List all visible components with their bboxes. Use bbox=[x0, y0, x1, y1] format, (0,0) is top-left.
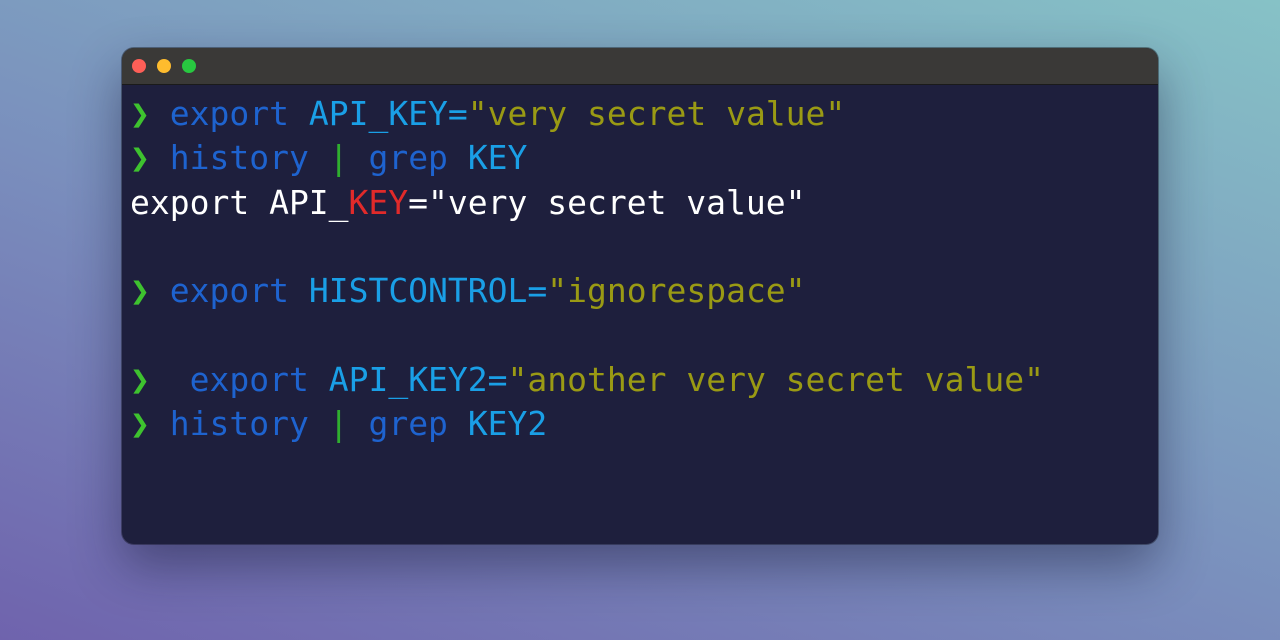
command-name: export bbox=[169, 94, 289, 133]
prompt-icon: ❯ bbox=[130, 94, 150, 133]
variable-assignment: API_KEY= bbox=[308, 94, 468, 133]
command-argument: KEY2 bbox=[467, 404, 548, 444]
command-name: grep bbox=[368, 138, 448, 178]
command-argument: KEY bbox=[467, 138, 528, 178]
prompt-icon: ❯ bbox=[130, 271, 150, 311]
pipe-symbol: | bbox=[328, 404, 349, 444]
terminal-window: ❯ export API_KEY="very secret value" ❯ h… bbox=[122, 48, 1158, 544]
string-value: "another very secret value" bbox=[507, 359, 1044, 399]
string-value: "very secret value" bbox=[467, 94, 846, 133]
terminal-line-command: ❯ export HISTCONTROL="ignorespace" bbox=[130, 269, 1150, 313]
terminal-line-command: ❯ export API_KEY2="another very secret v… bbox=[130, 358, 1150, 402]
terminal-line-output: export API_KEY="very secret value" bbox=[130, 181, 1150, 225]
terminal-output[interactable]: ❯ export API_KEY="very secret value" ❯ h… bbox=[130, 92, 1150, 544]
terminal-line-command: ❯ history | grep KEY bbox=[130, 136, 1150, 180]
command-name: export bbox=[169, 271, 289, 311]
command-name: export bbox=[189, 359, 309, 399]
command-name: grep bbox=[368, 404, 448, 444]
variable-assignment: HISTCONTROL= bbox=[308, 271, 548, 311]
command-name: history bbox=[169, 404, 309, 444]
output-text: ="very secret value" bbox=[408, 182, 806, 222]
command-name: history bbox=[169, 138, 309, 178]
title-bar bbox=[122, 48, 1158, 85]
output-text: export API_ bbox=[130, 182, 349, 222]
zoom-button[interactable] bbox=[182, 59, 196, 73]
prompt-icon: ❯ bbox=[130, 404, 150, 444]
string-value: "ignorespace" bbox=[547, 271, 806, 311]
variable-assignment: API_KEY2= bbox=[328, 359, 508, 399]
terminal-line-command: ❯ export API_KEY="very secret value" bbox=[130, 92, 1150, 136]
prompt-icon: ❯ bbox=[130, 138, 150, 178]
terminal-line-command: ❯ history | grep KEY2 bbox=[130, 402, 1150, 446]
prompt-icon: ❯ bbox=[130, 359, 150, 399]
close-button[interactable] bbox=[132, 59, 146, 73]
grep-match-highlight: KEY bbox=[348, 182, 409, 222]
pipe-symbol: | bbox=[328, 138, 349, 178]
minimize-button[interactable] bbox=[157, 59, 171, 73]
